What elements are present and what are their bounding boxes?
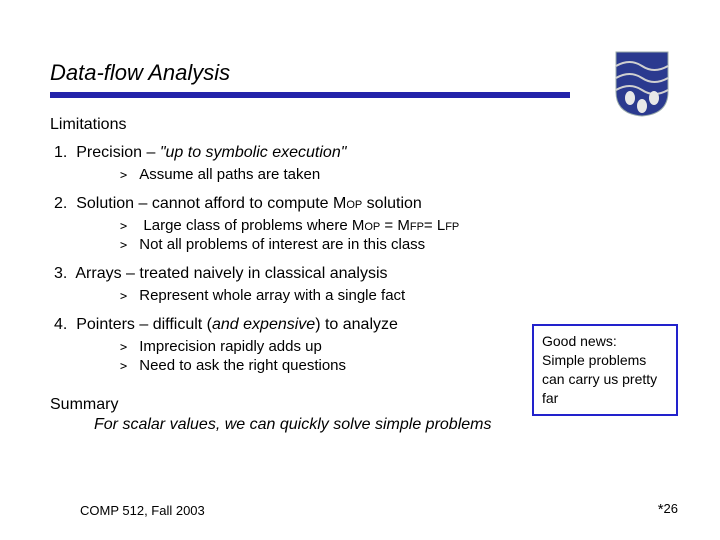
tail-4: ) to analyze <box>315 316 398 333</box>
sub-1-1: Assume all paths are taken <box>50 166 670 183</box>
point-1: 1. Precision – "up to symbolic execution… <box>50 144 670 183</box>
ital-4: and expensive <box>212 316 315 333</box>
lead-3: 3. <box>54 265 67 282</box>
callout-box: Good news: Simple problems can carry us … <box>532 324 678 416</box>
sub-3-1: Represent whole array with a single fact <box>50 287 670 304</box>
point-3: 3. Arrays – treated naively in classical… <box>50 265 670 304</box>
lead-1: 1. <box>54 144 67 161</box>
crest-logo <box>614 50 670 118</box>
head-2: Solution – cannot afford to compute M <box>76 195 346 212</box>
callout-line-1: Good news: <box>542 332 668 351</box>
callout-line-2: Simple problems can carry us pretty far <box>542 351 668 408</box>
lead-2: 2. <box>54 195 67 212</box>
sub-2-1s1: OP <box>364 221 380 233</box>
sub-2-1s3: FP <box>445 221 459 233</box>
summary-body: For scalar values, we can quickly solve … <box>50 416 670 434</box>
sub-2-2: Not all problems of interest are in this… <box>50 236 670 253</box>
slide-title: Data-flow Analysis <box>50 60 670 86</box>
tail-2: solution <box>362 195 422 212</box>
sc-2a: OP <box>346 199 362 211</box>
title-underline <box>50 92 570 98</box>
head-4: Pointers – difficult ( <box>76 316 212 333</box>
sub-2-1: Large class of problems where MOP = MFP=… <box>50 217 670 234</box>
point-2: 2. Solution – cannot afford to compute M… <box>50 195 670 253</box>
sub-2-1s2: FP <box>410 221 424 233</box>
sub-2-1a: Large class of problems where M <box>143 217 364 234</box>
sub-2-1c: = L <box>424 217 445 234</box>
section-heading: Limitations <box>50 116 670 134</box>
footer: COMP 512, Fall 2003 *26 <box>80 503 678 518</box>
sub-2-1b: = M <box>380 217 410 234</box>
head-1: Precision – <box>76 144 160 161</box>
footer-course: COMP 512, Fall 2003 <box>80 503 205 518</box>
lead-4: 4. <box>54 316 67 333</box>
footer-page: 26 <box>664 501 678 516</box>
head-3: Arrays – treated naively in classical an… <box>75 265 387 282</box>
ital-1: "up to symbolic execution" <box>160 144 347 161</box>
